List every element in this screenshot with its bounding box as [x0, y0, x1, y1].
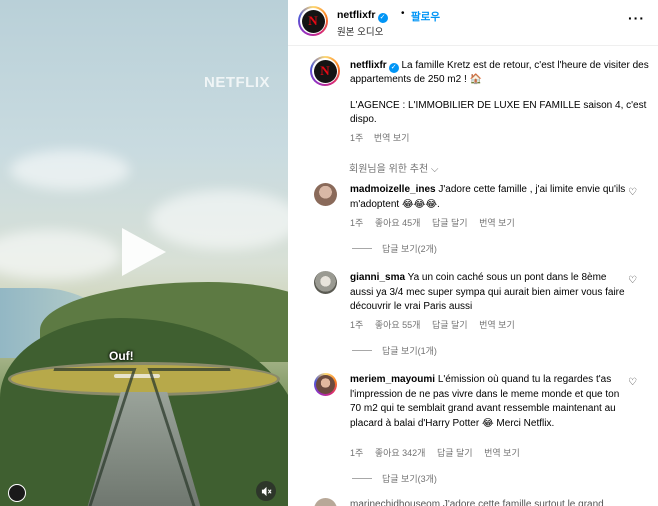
video-avatar[interactable] — [8, 484, 26, 502]
comment-likes[interactable]: 좋아요 45개 — [375, 218, 421, 228]
comment-meta: 1주 좋아요 342개 답글 달기 번역 보기 — [350, 446, 529, 459]
like-heart-icon[interactable]: ♡ — [628, 275, 637, 286]
comment-username[interactable]: gianni_sma — [350, 272, 405, 283]
comment-time[interactable]: 1주 — [350, 218, 363, 228]
caption-avatar[interactable]: N — [310, 56, 340, 86]
comment-avatar[interactable] — [314, 271, 337, 294]
cloud — [150, 190, 288, 250]
caption-line2: L'AGENCE : L'IMMOBILIER DE LUXE EN FAMIL… — [350, 100, 647, 125]
caption-meta: 1주 번역 보기 — [350, 131, 417, 144]
verified-badge-icon: ✓ — [377, 13, 388, 23]
comment-reply-button[interactable]: 답글 달기 — [432, 320, 468, 330]
replies-divider — [352, 350, 372, 351]
post-header: N netflixfr ✓ • 팔로우 원본 오디오 ··· — [288, 0, 658, 46]
more-options-icon[interactable]: ··· — [628, 10, 645, 26]
like-heart-icon[interactable]: ♡ — [628, 187, 637, 198]
username-text[interactable]: netflixfr — [337, 9, 376, 21]
caption-translate-link[interactable]: 번역 보기 — [374, 133, 410, 143]
comment-reply-button[interactable]: 답글 달기 — [432, 218, 468, 228]
original-audio-link[interactable]: 원본 오디오 — [337, 24, 383, 38]
comment-avatar[interactable] — [314, 183, 337, 206]
view-replies-label[interactable]: 답글 보기(1개) — [382, 346, 437, 356]
comment-translate-link[interactable]: 번역 보기 — [479, 218, 515, 228]
comment-translate-link[interactable]: 번역 보기 — [484, 448, 520, 458]
comment-avatar[interactable] — [314, 498, 337, 506]
comment-body: madmoizelle_ines J'adore cette famille ,… — [350, 183, 628, 212]
comment-time[interactable]: 1주 — [350, 448, 363, 458]
view-replies-label[interactable]: 답글 보기(3개) — [382, 474, 437, 484]
comment-likes[interactable]: 좋아요 55개 — [375, 320, 421, 330]
comment-body-partial: marinechidhouseom J'adore cette famille … — [350, 499, 604, 506]
comment-body: meriem_mayoumi L'émission où quand tu la… — [350, 373, 628, 431]
netflix-watermark: NETFLIX — [204, 74, 270, 91]
post-panel: N netflixfr ✓ • 팔로우 원본 오디오 ··· N netflixf… — [288, 0, 658, 506]
netflix-logo: N — [313, 59, 337, 83]
caption-text: netflixfr ✓ La famille Kretz est de retou… — [350, 59, 650, 127]
comment-body: gianni_sma Ya un coin caché sous un pont… — [350, 271, 628, 315]
separator-dot: • — [401, 8, 405, 19]
view-replies-button[interactable]: 답글 보기(1개) — [352, 344, 437, 357]
header-username[interactable]: netflixfr ✓ — [337, 9, 388, 23]
verified-badge-icon: ✓ — [388, 63, 399, 73]
comment-avatar[interactable] — [314, 373, 337, 396]
follow-button[interactable]: 팔로우 — [411, 9, 440, 24]
video-caption: Ouf! — [109, 349, 134, 363]
cloud — [10, 150, 130, 190]
comment-reply-button[interactable]: 답글 달기 — [437, 448, 473, 458]
view-replies-label[interactable]: 답글 보기(2개) — [382, 244, 437, 254]
caption-time[interactable]: 1주 — [350, 133, 363, 143]
comment-meta: 1주 좋아요 45개 답글 달기 번역 보기 — [350, 216, 524, 229]
comment-username[interactable]: meriem_mayoumi — [350, 374, 435, 385]
view-replies-button[interactable]: 답글 보기(2개) — [352, 242, 437, 255]
reel-video[interactable]: NETFLIX Ouf! — [0, 0, 288, 506]
comment-username[interactable]: madmoizelle_ines — [350, 184, 436, 195]
caption-username[interactable]: netflixfr — [350, 60, 387, 71]
view-replies-button[interactable]: 답글 보기(3개) — [352, 472, 437, 485]
comment-time[interactable]: 1주 — [350, 320, 363, 330]
replies-divider — [352, 478, 372, 479]
comment-likes[interactable]: 좋아요 342개 — [375, 448, 426, 458]
avatar-photo — [316, 375, 335, 394]
netflix-logo: N — [301, 9, 325, 33]
header-avatar[interactable]: N — [298, 6, 328, 36]
replies-divider — [352, 248, 372, 249]
mute-icon-glyph — [261, 486, 272, 496]
play-icon[interactable] — [122, 228, 166, 276]
recommend-sort-dropdown[interactable]: 회원님을 위한 추천 ⌵ — [349, 160, 439, 175]
mute-icon[interactable] — [256, 481, 276, 501]
like-heart-icon[interactable]: ♡ — [628, 377, 637, 388]
comment-meta: 1주 좋아요 55개 답글 달기 번역 보기 — [350, 318, 524, 331]
cloud — [0, 230, 120, 280]
comment-translate-link[interactable]: 번역 보기 — [479, 320, 515, 330]
